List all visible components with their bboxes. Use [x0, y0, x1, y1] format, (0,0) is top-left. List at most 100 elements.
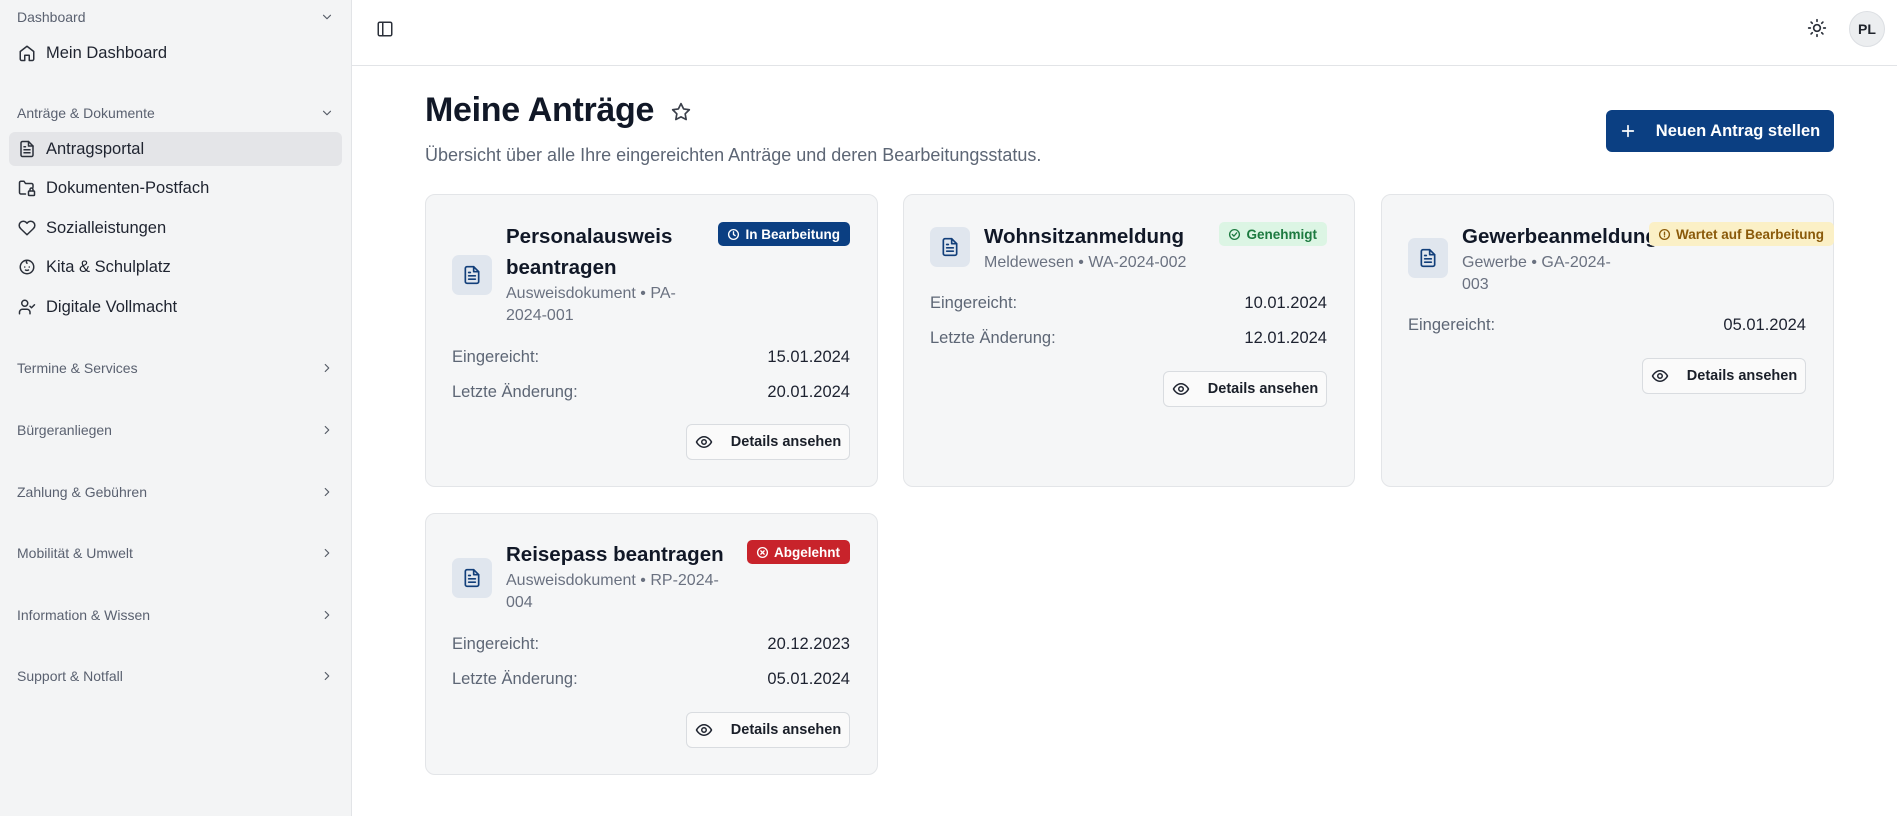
- sidebar-group-label: Dashboard: [17, 9, 86, 25]
- new-application-label: Neuen Antrag stellen: [1655, 121, 1821, 140]
- sidebar-group-label: Information & Wissen: [17, 607, 151, 623]
- status-badge: Genehmigt: [1219, 222, 1327, 246]
- sidebar-item-mein-dashboard[interactable]: Mein Dashboard: [9, 36, 342, 70]
- eye-icon: [1651, 370, 1669, 382]
- sidebar-item-label: Dokumenten-Postfach: [46, 178, 210, 197]
- submitted-label: Eingereicht:: [1408, 316, 1496, 334]
- submitted-label: Eingereicht:: [452, 348, 540, 366]
- details-button[interactable]: Details ansehen: [1642, 358, 1806, 394]
- page-subtitle: Übersicht über alle Ihre eingereichten A…: [425, 145, 1042, 165]
- sidebar-item-label: Mein Dashboard: [46, 43, 168, 62]
- page-title: Meine Anträge: [425, 91, 655, 129]
- sidebar-group-mobilitaet-umwelt[interactable]: Mobilität & Umwelt: [17, 543, 334, 563]
- sidebar-item-digitale-vollmacht[interactable]: Digitale Vollmacht: [9, 290, 342, 324]
- sidebar-group-label: Bürgeranliegen: [17, 422, 112, 438]
- file-text-icon: [942, 237, 958, 257]
- user-check-icon: [18, 299, 36, 315]
- topbar: PL: [352, 0, 1897, 66]
- sidebar-group-termine-services[interactable]: Termine & Services: [17, 358, 334, 378]
- sidebar-group-label: Zahlung & Gebühren: [17, 484, 147, 500]
- changed-value: 05.01.2024: [767, 670, 850, 688]
- chevron-right-icon: [324, 425, 330, 435]
- document-tile: [452, 255, 492, 295]
- file-text-icon: [464, 568, 480, 588]
- chevron-down-icon: [322, 14, 332, 20]
- submitted-value: 10.01.2024: [1244, 294, 1327, 312]
- sidebar-item-label: Kita & Schulplatz: [46, 257, 171, 276]
- sidebar-group-antraege-dokumente[interactable]: Anträge & Dokumente: [17, 103, 334, 123]
- changed-value: 12.01.2024: [1244, 329, 1327, 347]
- sidebar-item-antragsportal[interactable]: Antragsportal: [9, 132, 342, 166]
- details-button[interactable]: Details ansehen: [1163, 371, 1327, 407]
- sidebar-item-dokumenten-postfach[interactable]: Dokumenten-Postfach: [9, 171, 342, 205]
- document-tile: [930, 227, 970, 267]
- application-card: Gewerbeanmeldung Gewerbe • GA-2024- 003 …: [1381, 194, 1834, 487]
- file-text-icon: [20, 140, 34, 158]
- sun-icon[interactable]: [1807, 18, 1827, 38]
- sidebar-group-label: Support & Notfall: [17, 668, 123, 684]
- sidebar-group-zahlung-gebuehren[interactable]: Zahlung & Gebühren: [17, 482, 334, 502]
- details-button[interactable]: Details ansehen: [686, 712, 850, 748]
- submitted-value: 05.01.2024: [1723, 316, 1806, 334]
- sidebar-toggle-icon[interactable]: [376, 20, 394, 38]
- plus-icon: [1621, 124, 1634, 138]
- details-button[interactable]: Details ansehen: [686, 424, 850, 460]
- application-card: Reisepass beantragen Ausweisdokument • R…: [425, 513, 878, 775]
- card-subtitle: Ausweisdokument • PA- 2024-001: [506, 285, 676, 324]
- submitted-label: Eingereicht:: [930, 294, 1018, 312]
- sidebar-group-information-wissen[interactable]: Information & Wissen: [17, 605, 334, 625]
- sidebar-item-kita-schulplatz[interactable]: Kita & Schulplatz: [9, 250, 342, 284]
- card-title: Reisepass beantragen: [506, 543, 724, 566]
- eye-icon: [695, 436, 713, 448]
- chevron-right-icon: [324, 671, 330, 681]
- chevron-right-icon: [324, 363, 330, 373]
- avatar[interactable]: PL: [1849, 11, 1885, 47]
- file-text-icon: [464, 265, 480, 285]
- card-title: Gewerbeanmeldung: [1462, 225, 1658, 248]
- sidebar-group-buergeranliegen[interactable]: Bürgeranliegen: [17, 420, 334, 440]
- document-tile: [1408, 238, 1448, 278]
- changed-label: Letzte Änderung:: [930, 329, 1056, 347]
- folder-lock-icon: [18, 180, 36, 197]
- new-application-button[interactable]: Neuen Antrag stellen: [1606, 110, 1834, 152]
- sidebar-group-dashboard[interactable]: Dashboard: [17, 7, 334, 27]
- sidebar-group-label: Anträge & Dokumente: [17, 105, 155, 121]
- file-text-icon: [1420, 248, 1436, 268]
- submitted-value: 15.01.2024: [767, 348, 850, 366]
- application-card: Wohnsitzanmeldung Meldewesen • WA-2024-0…: [903, 194, 1355, 487]
- alert-circle-icon: [1658, 228, 1671, 240]
- card-title: Personalausweis beantragen: [506, 225, 673, 279]
- sidebar: Dashboard Mein Dashboard Anträge & Dokum…: [0, 0, 352, 816]
- card-subtitle: Gewerbe • GA-2024- 003: [1462, 254, 1611, 293]
- chevron-right-icon: [324, 548, 330, 558]
- document-tile: [452, 558, 492, 598]
- status-badge: Abgelehnt: [747, 540, 850, 564]
- sidebar-group-label: Termine & Services: [17, 360, 138, 376]
- chevron-right-icon: [324, 610, 330, 620]
- chevron-right-icon: [324, 487, 330, 497]
- application-card: Personalausweis beantragen Ausweisdokume…: [425, 194, 878, 487]
- sidebar-item-label: Antragsportal: [46, 139, 145, 158]
- status-badge: Wartet auf Bearbeitung: [1648, 222, 1834, 246]
- sidebar-group-support-notfall[interactable]: Support & Notfall: [17, 666, 334, 686]
- submitted-label: Eingereicht:: [452, 635, 540, 653]
- submitted-value: 20.12.2023: [767, 635, 850, 653]
- star-icon[interactable]: [671, 102, 691, 122]
- check-circle-icon: [1229, 228, 1241, 240]
- changed-label: Letzte Änderung:: [452, 383, 578, 401]
- sidebar-item-sozialleistungen[interactable]: Sozialleistungen: [9, 211, 342, 245]
- baby-icon: [19, 259, 35, 275]
- sidebar-item-label: Sozialleistungen: [46, 218, 167, 237]
- heart-icon: [18, 220, 36, 236]
- changed-value: 20.01.2024: [767, 383, 850, 401]
- home-icon: [19, 45, 35, 62]
- eye-icon: [1172, 383, 1190, 395]
- sidebar-group-label: Mobilität & Umwelt: [17, 545, 133, 561]
- x-circle-icon: [756, 546, 769, 558]
- eye-icon: [695, 724, 713, 736]
- changed-label: Letzte Änderung:: [452, 670, 578, 688]
- sidebar-item-label: Digitale Vollmacht: [46, 297, 178, 316]
- status-badge: In Bearbeitung: [718, 222, 850, 246]
- card-subtitle: Ausweisdokument • RP-2024- 004: [506, 572, 719, 611]
- clock-icon: [728, 228, 740, 240]
